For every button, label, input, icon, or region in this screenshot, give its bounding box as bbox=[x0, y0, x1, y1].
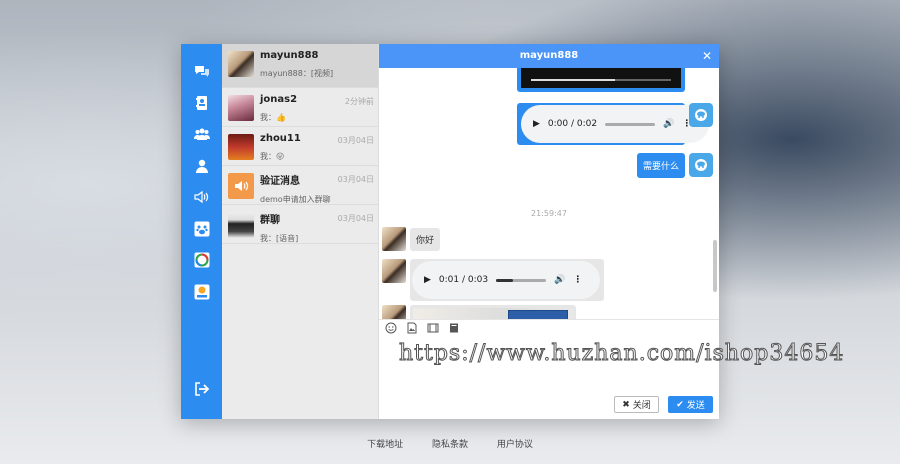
times-icon: ✖ bbox=[622, 399, 630, 410]
chat-window: mayun888 mayun888：[视频] jonas2 我：👍 2分钟前 z… bbox=[181, 44, 844, 419]
text-message: 需要什么 bbox=[636, 153, 685, 178]
message-list: ▶ 0:00 / 0:02 🔊 ⋮ 需要什么 21:59:47 你好 ▶ 0:0… bbox=[379, 68, 719, 319]
user-icon[interactable] bbox=[193, 157, 211, 175]
circle-app-icon[interactable] bbox=[193, 251, 211, 269]
footer-links: 下载地址 隐私条款 用户协议 bbox=[0, 437, 900, 450]
conversation-item[interactable]: 验证消息 demo申请加入群聊 03月04日 bbox=[222, 166, 378, 205]
self-avatar bbox=[689, 103, 713, 127]
chat-title: mayun888 bbox=[519, 50, 579, 61]
conversation-preview: 我：👍 bbox=[260, 113, 286, 122]
audio-time: 0:01 / 0:03 bbox=[438, 275, 489, 285]
play-icon[interactable]: ▶ bbox=[533, 119, 540, 129]
close-icon[interactable]: ✕ bbox=[702, 44, 712, 68]
avatar bbox=[228, 95, 254, 121]
emoji-icon[interactable] bbox=[385, 322, 397, 334]
audio-player[interactable]: ▶ 0:00 / 0:02 🔊 ⋮ bbox=[521, 105, 709, 143]
scrollbar[interactable] bbox=[713, 240, 717, 292]
avatar bbox=[382, 227, 406, 251]
audio-message: ▶ 0:00 / 0:02 🔊 ⋮ bbox=[517, 103, 709, 145]
avatar bbox=[228, 51, 254, 77]
nav-rail bbox=[181, 44, 222, 419]
text-message: 你好 bbox=[410, 228, 441, 251]
conversation-time: 2分钟前 bbox=[344, 97, 374, 106]
audio-player[interactable]: ▶ 0:01 / 0:03 🔊 ⋮ bbox=[412, 261, 600, 299]
play-icon[interactable]: ▶ bbox=[424, 275, 431, 285]
audio-time: 0:00 / 0:02 bbox=[547, 119, 598, 129]
file-icon[interactable] bbox=[448, 322, 460, 334]
conversation-preview: mayun888：[视频] bbox=[260, 69, 334, 78]
paw-app-icon[interactable] bbox=[193, 220, 211, 238]
verify-avatar bbox=[228, 173, 254, 199]
conversation-item[interactable]: jonas2 我：👍 2分钟前 bbox=[222, 88, 378, 127]
map-app-icon[interactable] bbox=[193, 283, 211, 301]
audio-message: ▶ 0:01 / 0:03 🔊 ⋮ bbox=[410, 259, 604, 301]
agreement-link[interactable]: 用户协议 bbox=[497, 440, 533, 450]
video-file-icon[interactable] bbox=[427, 322, 439, 334]
avatar bbox=[382, 305, 406, 319]
conversation-preview: 我：[语音] bbox=[260, 234, 299, 243]
video-message[interactable] bbox=[517, 68, 685, 92]
close-button-label: 关闭 bbox=[632, 401, 651, 411]
speaker-icon bbox=[235, 181, 249, 191]
audio-progress[interactable] bbox=[496, 278, 547, 282]
conversation-time: 03月04日 bbox=[337, 214, 374, 223]
volume-icon[interactable]: 🔊 bbox=[663, 119, 674, 129]
chat-header: mayun888 ✕ bbox=[379, 44, 719, 68]
audio-progress-fill bbox=[496, 278, 513, 282]
conversation-item[interactable]: zhou11 我：😛 03月04日 bbox=[222, 127, 378, 166]
conversation-time: 03月04日 bbox=[337, 136, 374, 145]
message-timestamp: 21:59:47 bbox=[531, 209, 567, 218]
avatar bbox=[228, 134, 254, 160]
download-link[interactable]: 下载地址 bbox=[367, 440, 403, 450]
conversation-preview: demo申请加入群聊 bbox=[260, 195, 331, 204]
conversation-preview: 我：😛 bbox=[260, 152, 285, 161]
image-message[interactable] bbox=[410, 305, 576, 319]
send-button[interactable]: ✔ 发送 bbox=[668, 396, 713, 413]
conversation-list: mayun888 mayun888：[视频] jonas2 我：👍 2分钟前 z… bbox=[222, 44, 379, 419]
send-button-label: 发送 bbox=[686, 401, 705, 411]
composer-toolbar bbox=[379, 319, 719, 335]
self-avatar bbox=[689, 153, 713, 177]
address-book-icon[interactable] bbox=[193, 94, 211, 112]
logout-icon[interactable] bbox=[193, 380, 211, 398]
volume-icon[interactable] bbox=[193, 188, 211, 206]
more-options-icon[interactable]: ⋮ bbox=[573, 275, 582, 285]
chat-panel: mayun888 ✕ ▶ 0:00 / 0:02 🔊 ⋮ 需要什么 21:59:… bbox=[379, 44, 844, 419]
group-users-icon[interactable] bbox=[193, 125, 211, 143]
chat-bubbles-icon[interactable] bbox=[193, 62, 211, 80]
volume-icon[interactable]: 🔊 bbox=[554, 275, 565, 285]
message-input[interactable]: https://www.huzhan.com/ishop34654 ✖ 关闭 ✔… bbox=[379, 335, 844, 419]
audio-progress[interactable] bbox=[605, 122, 656, 126]
check-icon: ✔ bbox=[676, 399, 684, 410]
conversation-item[interactable]: 群聊 我：[语音] 03月04日 bbox=[222, 205, 378, 244]
conversation-time: 03月04日 bbox=[337, 175, 374, 184]
avatar bbox=[382, 259, 406, 283]
image-file-icon[interactable] bbox=[406, 322, 418, 334]
close-button[interactable]: ✖ 关闭 bbox=[614, 396, 659, 413]
avatar bbox=[228, 212, 254, 238]
conversation-item[interactable]: mayun888 mayun888：[视频] bbox=[222, 44, 378, 88]
privacy-link[interactable]: 隐私条款 bbox=[432, 440, 468, 450]
conversation-name: mayun888 bbox=[260, 50, 319, 61]
watermark-text: https://www.huzhan.com/ishop34654 bbox=[398, 341, 845, 367]
